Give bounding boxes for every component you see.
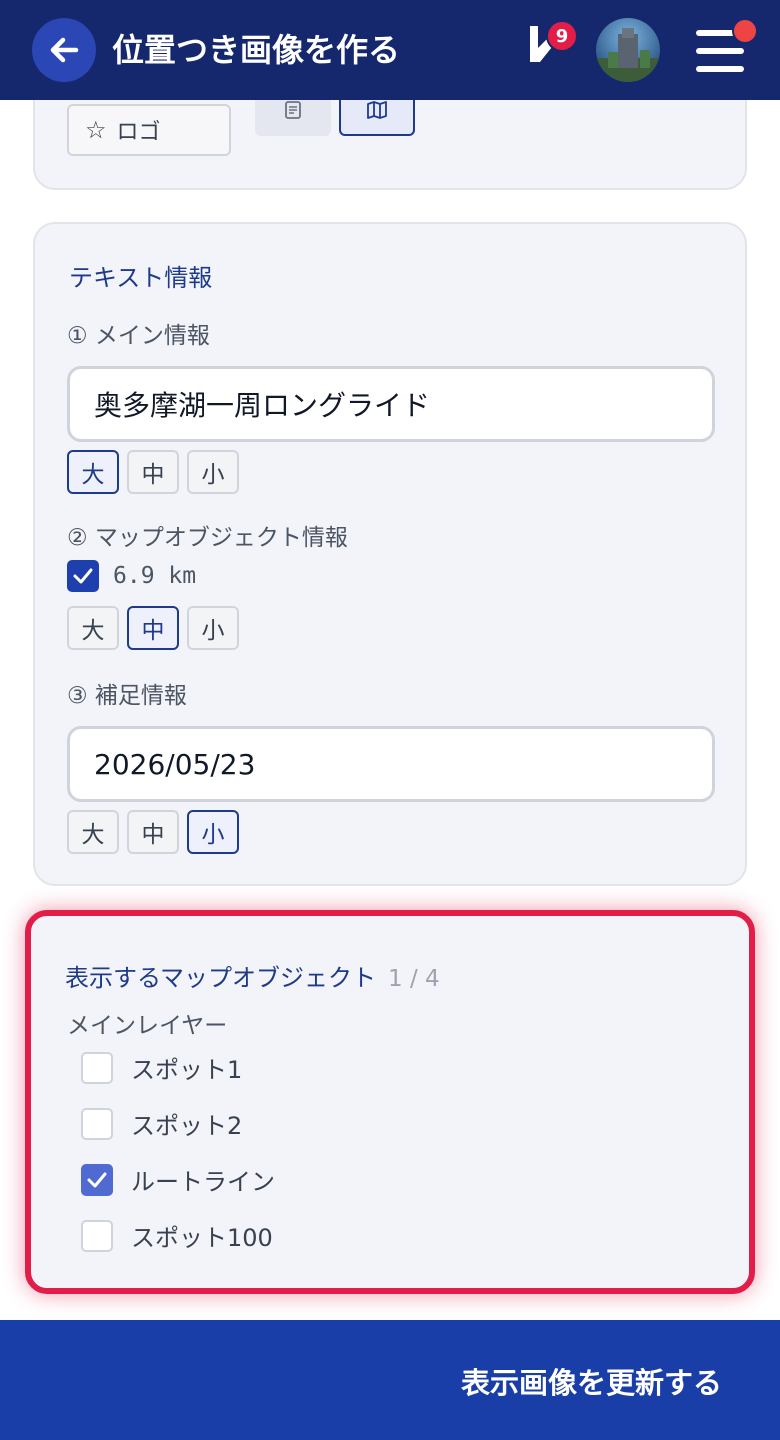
avatar-image: [596, 28, 660, 82]
checkmark-icon: [87, 1172, 107, 1187]
main-info-input[interactable]: 奥多摩湖一周ロングライド: [67, 366, 715, 442]
map-object-size-small-button[interactable]: 小: [187, 606, 239, 650]
notification-badge: 9: [546, 20, 578, 52]
logo-button[interactable]: ☆ ロゴ: [67, 104, 231, 156]
document-icon: [285, 101, 301, 119]
spot2-checkbox[interactable]: [81, 1107, 113, 1140]
map-object-info-value: 6.9 km: [113, 563, 197, 589]
map-objects-title-text: 表示するマップオブジェクト: [65, 964, 377, 992]
avatar[interactable]: [596, 18, 660, 82]
map-object-item-label: スポット1: [131, 1056, 243, 1084]
supplement-size-small-button[interactable]: 小: [187, 810, 239, 854]
supplement-size-group: 大 中 小: [67, 810, 239, 854]
menu-alert-dot: [732, 18, 758, 44]
map-object-item[interactable]: ルートライン: [81, 1162, 275, 1197]
map-object-size-medium-button[interactable]: 中: [127, 606, 179, 650]
supplement-info-input[interactable]: 2026/05/23: [67, 726, 715, 802]
text-info-title: テキスト情報: [69, 264, 213, 292]
map-object-item-label: ルートライン: [131, 1168, 275, 1196]
text-info-card: テキスト情報 ① メイン情報 奥多摩湖一周ロングライド 大 中 小 ② マップオ…: [33, 222, 747, 886]
main-size-medium-button[interactable]: 中: [127, 450, 179, 494]
route-line-checkbox[interactable]: [81, 1163, 113, 1196]
bottom-action-bar: 表示画像を更新する: [0, 1320, 780, 1440]
star-icon: ☆: [85, 116, 107, 144]
checkmark-icon: [73, 568, 93, 584]
app-header: 位置つき画像を作る 9: [0, 0, 780, 100]
map-object-size-large-button[interactable]: 大: [67, 606, 119, 650]
map-object-info-label: ② マップオブジェクト情報: [67, 525, 348, 551]
main-info-label: ① メイン情報: [67, 323, 210, 349]
map-object-item[interactable]: スポット2: [81, 1106, 242, 1141]
supplement-size-large-button[interactable]: 大: [67, 810, 119, 854]
back-button[interactable]: [32, 18, 96, 82]
map-objects-count: 1 / 4: [388, 966, 440, 992]
main-layer-label: メインレイヤー: [67, 1013, 228, 1039]
map-object-item-label: スポット100: [131, 1224, 273, 1252]
supplement-info-label: ③ 補足情報: [67, 683, 187, 709]
map-object-info-checkbox[interactable]: [67, 560, 99, 592]
arrow-left-icon: [50, 37, 79, 63]
map-object-info-row: 6.9 km: [67, 560, 196, 592]
menu-bar-icon: [696, 48, 744, 54]
map-objects-title: 表示するマップオブジェクト 1 / 4: [65, 958, 440, 993]
main-size-small-button[interactable]: 小: [187, 450, 239, 494]
spot1-checkbox[interactable]: [81, 1051, 113, 1084]
logo-button-label: ロゴ: [116, 120, 161, 145]
map-object-item-label: スポット2: [131, 1112, 243, 1140]
menu-bar-icon: [696, 66, 744, 72]
update-image-button[interactable]: 表示画像を更新する: [461, 1360, 722, 1402]
map-object-size-group: 大 中 小: [67, 606, 239, 650]
map-icon: [367, 101, 387, 119]
map-object-item[interactable]: スポット100: [81, 1218, 273, 1253]
page-title: 位置つき画像を作る: [112, 31, 401, 69]
main-info-size-group: 大 中 小: [67, 450, 239, 494]
spot100-checkbox[interactable]: [81, 1219, 113, 1252]
map-objects-card: 表示するマップオブジェクト 1 / 4 メインレイヤー スポット1 スポット2 ル…: [25, 910, 755, 1294]
supplement-size-medium-button[interactable]: 中: [127, 810, 179, 854]
map-object-item[interactable]: スポット1: [81, 1050, 242, 1085]
main-size-large-button[interactable]: 大: [67, 450, 119, 494]
